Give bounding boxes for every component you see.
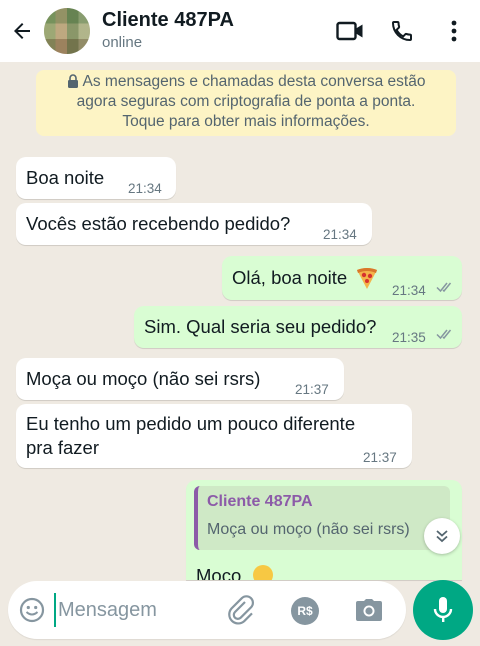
message-bubble-outgoing-reply[interactable]: Cliente 487PA Moça ou moço (não sei rsrs… [186, 480, 462, 580]
mic-icon [433, 597, 453, 622]
attach-icon [228, 595, 254, 625]
phone-icon [391, 21, 412, 42]
more-options-button[interactable] [428, 0, 480, 62]
scroll-down-button[interactable] [424, 518, 460, 554]
message-text: Olá, boa noite [232, 267, 348, 288]
video-call-button[interactable] [324, 0, 376, 62]
emoji-button[interactable] [18, 596, 46, 624]
pizza-emoji-icon [357, 268, 377, 289]
avatar[interactable] [44, 8, 90, 54]
message-bubble-incoming[interactable]: Eu tenho um pedido um pouco diferente pr… [16, 404, 412, 468]
payment-icon: R$ [291, 597, 319, 625]
contact-name: Cliente 487PA [102, 9, 234, 31]
message-time: 21:37 [295, 382, 329, 397]
message-bubble-outgoing[interactable]: Sim. Qual seria seu pedido? 21:35 [134, 306, 462, 348]
voice-record-button[interactable] [413, 580, 473, 640]
message-bubble-incoming[interactable]: Boa noite 21:34 [16, 157, 176, 199]
message-bubble-incoming[interactable]: Vocês estão recebendo pedido? 21:34 [16, 203, 372, 245]
more-vert-icon [451, 20, 457, 42]
quoted-author: Cliente 487PA [207, 493, 313, 510]
message-time: 21:35 [392, 330, 426, 345]
emoji-icon [19, 597, 45, 623]
quoted-text: Moça ou moço (não sei rsrs) [207, 521, 410, 538]
double-chevron-down-icon [436, 530, 448, 543]
message-text: Vocês estão recebendo pedido? [26, 213, 291, 234]
notice-line-3: Toque para obter mais informações. [122, 113, 370, 130]
attach-button[interactable] [224, 594, 258, 626]
voice-call-button[interactable] [376, 0, 428, 62]
message-input[interactable] [54, 593, 224, 627]
payment-button[interactable]: R$ [290, 596, 320, 626]
laughing-emoji-icon [253, 565, 273, 580]
message-text-line-2: pra fazer [26, 437, 100, 458]
message-composer: R$ [8, 581, 406, 639]
message-time: 21:34 [128, 181, 162, 196]
encryption-notice[interactable]: As mensagens e chamadas desta conversa e… [36, 70, 456, 136]
message-text-line-1: Eu tenho um pedido um pouco diferente [26, 413, 356, 434]
lock-icon [67, 74, 78, 88]
notice-line-1: As mensagens e chamadas desta conversa e… [82, 73, 426, 90]
contact-status: online [102, 34, 143, 51]
chat-header: Cliente 487PA online [0, 0, 480, 62]
camera-icon [356, 599, 382, 621]
message-bubble-outgoing[interactable]: Olá, boa noite 21:34 [222, 256, 462, 300]
contact-info[interactable]: Cliente 487PA online [102, 9, 324, 53]
back-arrow-icon [14, 23, 30, 39]
video-call-icon [336, 21, 363, 41]
read-ticks-icon [436, 282, 452, 293]
message-time: 21:34 [392, 283, 426, 298]
back-button[interactable] [0, 0, 44, 62]
message-time: 21:34 [323, 227, 357, 242]
read-ticks-icon [436, 329, 452, 340]
message-text: Sim. Qual seria seu pedido? [144, 316, 377, 337]
message-text: Moça ou moço (não sei rsrs) [26, 368, 261, 389]
notice-line-2: agora seguras com criptografia de ponta … [76, 93, 416, 110]
camera-button[interactable] [353, 595, 385, 625]
message-text-partial: Moço [196, 565, 242, 580]
message-text: Boa noite [26, 167, 105, 188]
message-bubble-incoming[interactable]: Moça ou moço (não sei rsrs) 21:37 [16, 358, 344, 400]
message-time: 21:37 [363, 450, 397, 465]
quoted-message[interactable]: Cliente 487PA Moça ou moço (não sei rsrs… [194, 486, 450, 550]
